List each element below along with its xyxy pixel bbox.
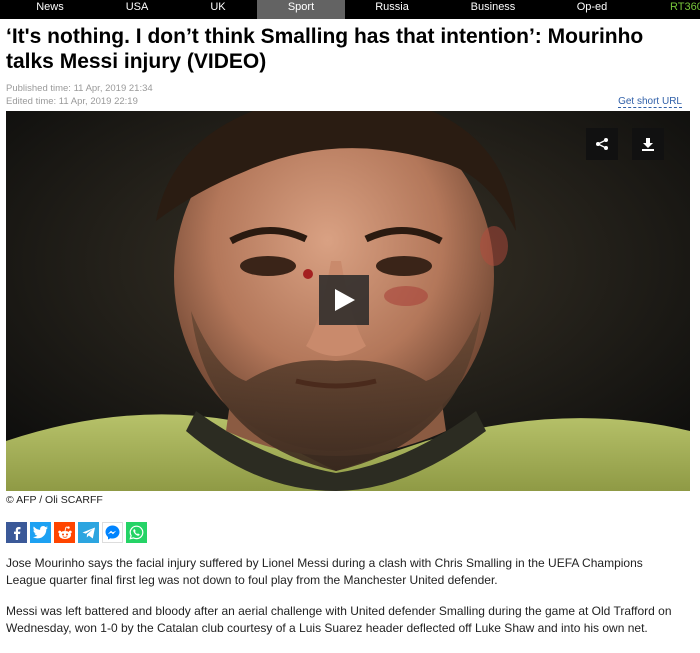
article-paragraph: Messi was left battered and bloody after… [6,604,672,635]
reddit-icon [57,525,72,539]
image-credit: © AFP / Oli SCARFF [6,494,103,506]
twitter-icon [33,526,48,539]
messenger-icon [105,525,120,540]
download-button[interactable] [632,128,664,160]
nav-item-russia[interactable]: Russia [367,0,417,19]
share-button[interactable] [586,128,618,160]
facebook-icon [13,526,20,540]
nav-item-rt360[interactable]: RT360 [664,0,700,19]
telegram-share-button[interactable] [78,522,99,543]
nav-item-usa[interactable]: USA [112,0,162,19]
share-icon [596,138,608,150]
published-time: Published time: 11 Apr, 2019 21:34 [6,83,153,94]
nav-item-sport[interactable]: Sport [257,0,345,19]
get-short-url-link[interactable]: Get short URL [618,96,682,108]
edited-time: Edited time: 11 Apr, 2019 22:19 [6,96,138,107]
nav-item-business[interactable]: Business [463,0,523,19]
article-title: ‘It's nothing. I don’t think Smalling ha… [6,25,644,73]
reddit-share-button[interactable] [54,522,75,543]
top-nav: News USA UK Sport Russia Business Op-ed … [0,0,700,19]
article-paragraph: Jose Mourinho says the facial injury suf… [6,556,643,587]
whatsapp-icon [129,525,144,540]
download-icon [642,138,654,151]
nav-item-news[interactable]: News [25,0,75,19]
facebook-share-button[interactable] [6,522,27,543]
twitter-share-button[interactable] [30,522,51,543]
video-player[interactable] [6,111,690,491]
telegram-icon [82,527,95,538]
messenger-share-button[interactable] [102,522,123,543]
nav-item-uk[interactable]: UK [193,0,243,19]
whatsapp-share-button[interactable] [126,522,147,543]
play-icon [335,289,355,311]
nav-item-oped[interactable]: Op-ed [567,0,617,19]
social-share-bar [6,522,147,543]
play-button[interactable] [319,275,369,325]
